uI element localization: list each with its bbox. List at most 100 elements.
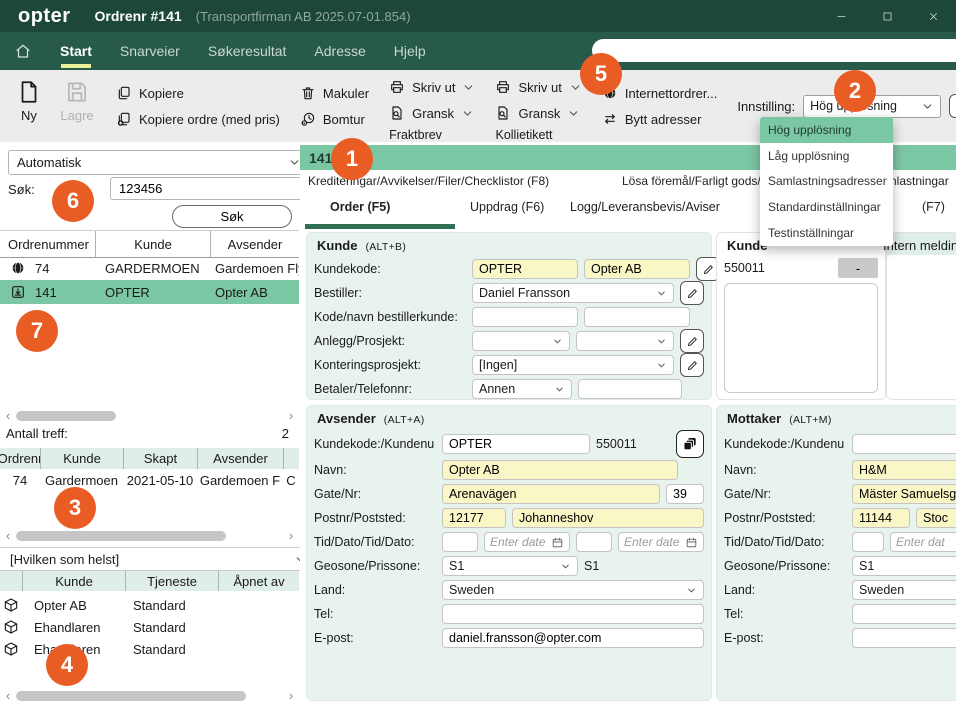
avsender-epost-input[interactable] xyxy=(442,628,704,648)
kopiere-ordre-button[interactable]: Kopiere ordre (med pris) xyxy=(116,107,280,131)
scrollbar-thumb[interactable] xyxy=(16,690,246,701)
close-button[interactable] xyxy=(910,0,956,32)
anlegg-edit-button[interactable] xyxy=(680,329,704,353)
avsender-nr-input[interactable] xyxy=(666,484,704,504)
search-button[interactable]: Søk xyxy=(172,205,292,228)
scroll-right-arrow[interactable]: › xyxy=(285,408,297,423)
fraktbrev-skriv-ut-button[interactable]: Skriv ut xyxy=(389,75,475,99)
column-kunde[interactable]: Kunde xyxy=(95,231,210,257)
table-row[interactable]: 74 GARDERMOEN Gardemoen Flyg xyxy=(0,256,299,280)
scroll-left-arrow[interactable]: ‹ xyxy=(2,688,14,703)
scroll-right-arrow[interactable]: › xyxy=(285,528,297,543)
betaler-select[interactable]: Annen xyxy=(472,379,572,399)
kopiere-button[interactable]: Kopiere xyxy=(116,81,184,105)
makuler-button[interactable]: Makuler xyxy=(300,81,369,105)
bestiller-select[interactable]: Daniel Fransson xyxy=(472,283,674,303)
column-ordrenummer[interactable]: Ordrenummer xyxy=(0,231,95,257)
telefonnr-input[interactable] xyxy=(578,379,682,399)
scrollbar-thumb[interactable] xyxy=(16,530,226,541)
menubar-search-input[interactable] xyxy=(592,39,956,62)
avsender-tel-input[interactable] xyxy=(442,604,704,624)
service-filter-select[interactable]: [Hvilken som helst] xyxy=(0,547,315,571)
tab-order[interactable]: Order (F5) xyxy=(330,200,390,214)
innstilling-edit-button[interactable] xyxy=(949,94,956,118)
mottaker-gate-input[interactable] xyxy=(852,484,956,504)
table-row[interactable]: Opter AB Standard xyxy=(0,594,299,616)
table-row[interactable]: Ehandlaren Standard xyxy=(0,616,299,638)
column-avsender[interactable]: Avsender xyxy=(210,231,299,257)
minus-button[interactable]: - xyxy=(838,258,878,278)
bytt-adresser-button[interactable]: Bytt adresser xyxy=(602,107,701,131)
dropdown-option-testinstallningar[interactable]: Testinställningar xyxy=(760,220,893,246)
avsender-gate-input[interactable] xyxy=(442,484,660,504)
dropdown-option-lag-upplosning[interactable]: Låg upplösning xyxy=(760,143,893,169)
dropdown-option-samlastningsadresser[interactable]: Samlastningsadresser xyxy=(760,169,893,195)
column-kunde[interactable]: Kunde xyxy=(22,571,125,591)
mottaker-navn-input[interactable] xyxy=(852,460,956,480)
kunde-notes-textarea[interactable] xyxy=(724,283,878,393)
avsender-land-select[interactable]: Sweden xyxy=(442,580,704,600)
avsender-dato1-input[interactable]: Enter date xyxy=(484,532,570,552)
intern-melding-textarea[interactable] xyxy=(894,261,956,385)
menu-adresse[interactable]: Adresse xyxy=(314,43,365,59)
home-button[interactable] xyxy=(14,42,32,60)
avsender-tid1-input[interactable] xyxy=(442,532,478,552)
kundekode-name-input[interactable] xyxy=(584,259,690,279)
mottaker-postnr-input[interactable] xyxy=(852,508,910,528)
tab-f7[interactable]: (F7) xyxy=(922,200,945,214)
search-mode-select[interactable]: Automatisk xyxy=(8,150,310,175)
avsender-kundekode-input[interactable] xyxy=(442,434,590,454)
prosjekt-select[interactable] xyxy=(576,331,674,351)
mottaker-dato1-input[interactable]: Enter dat xyxy=(890,532,956,552)
mottaker-tid1-input[interactable] xyxy=(852,532,884,552)
mottaker-kundekode-input[interactable] xyxy=(852,434,956,454)
menu-sokeresultat[interactable]: Søkeresultat xyxy=(208,43,287,59)
column-skapt[interactable]: Skapt xyxy=(123,448,197,469)
internettordrer-button[interactable]: Internettordrer... xyxy=(602,81,717,105)
scroll-right-arrow[interactable]: › xyxy=(285,688,297,703)
ny-button[interactable]: Ny xyxy=(10,78,48,123)
mottaker-land-select[interactable]: Sweden xyxy=(852,580,956,600)
avsender-navn-input[interactable] xyxy=(442,460,678,480)
table-row[interactable]: Ehandlaren Standard xyxy=(0,638,299,660)
tab-uppdrag[interactable]: Uppdrag (F6) xyxy=(470,200,544,214)
bestillerkunde-name-input[interactable] xyxy=(584,307,690,327)
avsender-postnr-input[interactable] xyxy=(442,508,506,528)
search-input[interactable] xyxy=(110,177,308,200)
menu-hjelp[interactable]: Hjelp xyxy=(394,43,426,59)
mottaker-poststed-input[interactable] xyxy=(916,508,956,528)
tab-logg[interactable]: Logg/Leveransbevis/Aviser xyxy=(570,200,720,214)
menu-start[interactable]: Start xyxy=(60,43,92,68)
anlegg-select[interactable] xyxy=(472,331,570,351)
fraktbrev-gransk-button[interactable]: Gransk xyxy=(389,101,474,125)
lagre-button[interactable]: Lagre xyxy=(58,78,96,123)
maximize-button[interactable] xyxy=(864,0,910,32)
avsender-dato2-input[interactable]: Enter date xyxy=(618,532,704,552)
minimize-button[interactable] xyxy=(818,0,864,32)
mottaker-epost-input[interactable] xyxy=(852,628,956,648)
bestillerkunde-code-input[interactable] xyxy=(472,307,578,327)
scroll-left-arrow[interactable]: ‹ xyxy=(2,528,14,543)
table-row[interactable]: 74 Gardermoen 2021-05-10 Gardemoen F C xyxy=(0,469,299,491)
avsender-poststed-input[interactable] xyxy=(512,508,704,528)
copy-address-button[interactable] xyxy=(676,430,704,458)
menu-snarveier[interactable]: Snarveier xyxy=(120,43,180,59)
dropdown-option-hog-upplosning[interactable]: Hög upplösning xyxy=(760,117,893,143)
table-row-selected[interactable]: 141 OPTER Opter AB xyxy=(0,280,299,304)
mottaker-geosone-select[interactable]: S1 xyxy=(852,556,956,576)
konteringsprosjekt-select[interactable]: [Ingen] xyxy=(472,355,674,375)
column-tjeneste[interactable]: Tjeneste xyxy=(125,571,218,591)
kollietikett-gransk-button[interactable]: Gransk xyxy=(495,101,580,125)
column-ordrenr[interactable]: Ordrenr xyxy=(0,448,40,469)
dropdown-option-standardinstallningar[interactable]: Standardinställningar xyxy=(760,194,893,220)
scroll-left-arrow[interactable]: ‹ xyxy=(2,408,14,423)
column-apnet-av[interactable]: Åpnet av xyxy=(218,571,299,591)
bomtur-button[interactable]: Bomtur xyxy=(300,107,365,131)
column-kunde[interactable]: Kunde xyxy=(40,448,123,469)
column-avsender[interactable]: Avsender xyxy=(197,448,283,469)
avsender-tid2-input[interactable] xyxy=(576,532,612,552)
scrollbar-thumb[interactable] xyxy=(16,410,116,421)
kundekode-code-input[interactable] xyxy=(472,259,578,279)
kontering-edit-button[interactable] xyxy=(680,353,704,377)
bestiller-edit-button[interactable] xyxy=(680,281,704,305)
